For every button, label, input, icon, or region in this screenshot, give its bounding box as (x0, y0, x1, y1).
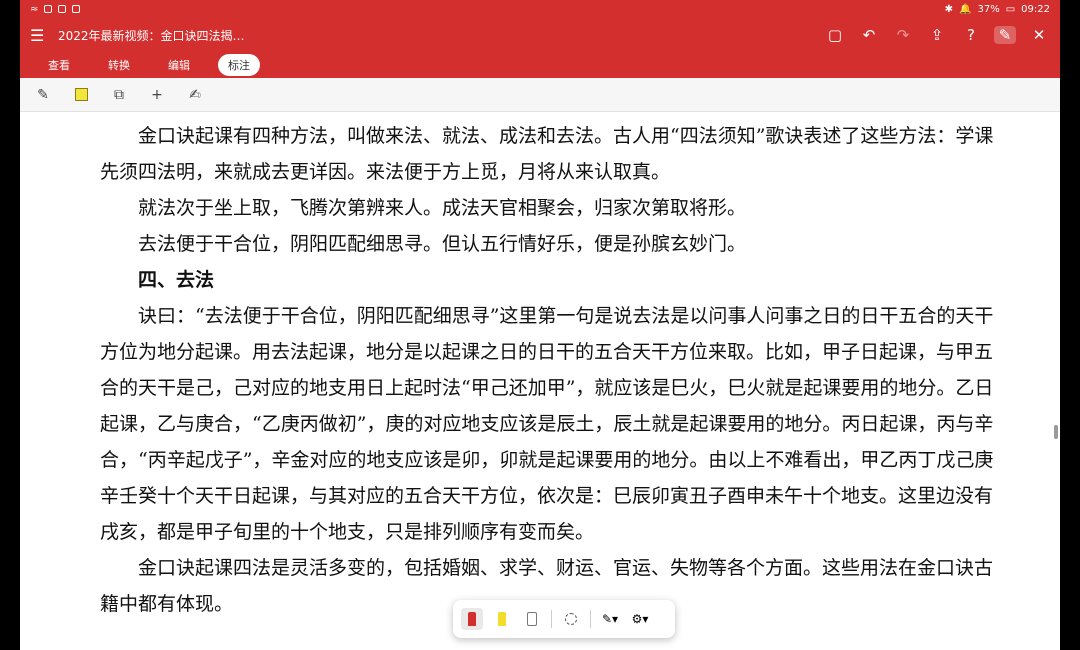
tab-convert[interactable]: 转换 (98, 54, 140, 76)
document-title: 2022年最新视频：金口诀四法揭… (58, 28, 245, 43)
paragraph: 就法次于坐上取，飞腾次第辨来人。成法天官相聚会，归家次第取将形。 (138, 197, 747, 219)
tab-bar: 查看 转换 编辑 标注 (20, 52, 1060, 78)
battery-icon: ▭ (1005, 3, 1016, 15)
mute-icon: 🔔 (959, 3, 972, 15)
redo-icon[interactable]: ↷ (892, 26, 914, 44)
highlight-icon[interactable] (72, 86, 90, 104)
floating-pen-toolbar: ✎▾ ⚙▾ (453, 600, 675, 638)
lasso-icon[interactable] (560, 608, 582, 630)
share-icon[interactable]: ⇪ (926, 26, 948, 44)
section-heading: 四、去法 (138, 269, 215, 291)
title-tools: ▢ ↶ ↷ ⇪ ? ✎ ✕ (824, 26, 1050, 44)
tab-annotate[interactable]: 标注 (218, 54, 260, 76)
scroll-indicator[interactable] (1054, 425, 1058, 439)
document-content: 金口诀起课有四种方法，叫做来法、就法、成法和去法。古人用“四法须知”歌诀表述了这… (100, 118, 1000, 622)
edit-pen-icon[interactable]: ✎ (994, 26, 1016, 44)
eraser-icon[interactable] (521, 608, 543, 630)
app-icon (58, 5, 67, 13)
gear-icon[interactable]: ⚙▾ (629, 608, 651, 630)
divider (590, 610, 591, 628)
battery-text: 37% (977, 3, 1000, 15)
paragraph: 金口诀起课有四种方法，叫做来法、就法、成法和去法。古人用“四法须知”歌诀表述了这… (100, 125, 994, 183)
undo-icon[interactable]: ↶ (858, 26, 880, 44)
status-bar: ≈ ✱ 🔔 37% ▭ 09:22 (20, 0, 1060, 18)
red-pen-icon[interactable] (461, 608, 483, 630)
save-icon[interactable]: ▢ (824, 26, 846, 44)
bluetooth-icon: ✱ (944, 3, 954, 15)
close-icon[interactable]: ✕ (1028, 26, 1050, 44)
pen-settings-icon[interactable]: ✎▾ (599, 608, 621, 630)
wifi-icon: ≈ (30, 3, 39, 15)
shield-icon (72, 5, 81, 13)
app-window: ≈ ✱ 🔔 37% ▭ 09:22 ☰ 2022年最新视频：金口诀四法揭… ▢ … (20, 0, 1060, 650)
menu-icon[interactable]: ☰ (30, 26, 54, 45)
divider (551, 610, 552, 628)
tab-view[interactable]: 查看 (38, 54, 80, 76)
signature-icon[interactable]: ✍ (186, 86, 204, 104)
notification-icon (44, 5, 53, 13)
clock: 09:22 (1021, 3, 1050, 15)
info-icon[interactable]: ? (960, 26, 982, 44)
paragraph: 诀曰：“去法便于干合位，阴阳匹配细思寻”这里第一句是说去法是以问事人问事之日的日… (100, 305, 994, 543)
pen-icon[interactable]: ✎ (34, 86, 52, 104)
title-bar: ☰ 2022年最新视频：金口诀四法揭… ▢ ↶ ↷ ⇪ ? ✎ ✕ (20, 18, 1060, 52)
shape-icon[interactable]: ⧉ (110, 86, 128, 104)
paragraph: 去法便于干合位，阴阳匹配细思寻。但认五行情好乐，便是孙膑玄妙门。 (138, 233, 747, 255)
annotation-toolbar: ✎ ⧉ + ✍ (20, 78, 1060, 112)
tab-edit[interactable]: 编辑 (158, 54, 200, 76)
add-icon[interactable]: + (148, 86, 166, 104)
yellow-highlighter-icon[interactable] (491, 608, 513, 630)
